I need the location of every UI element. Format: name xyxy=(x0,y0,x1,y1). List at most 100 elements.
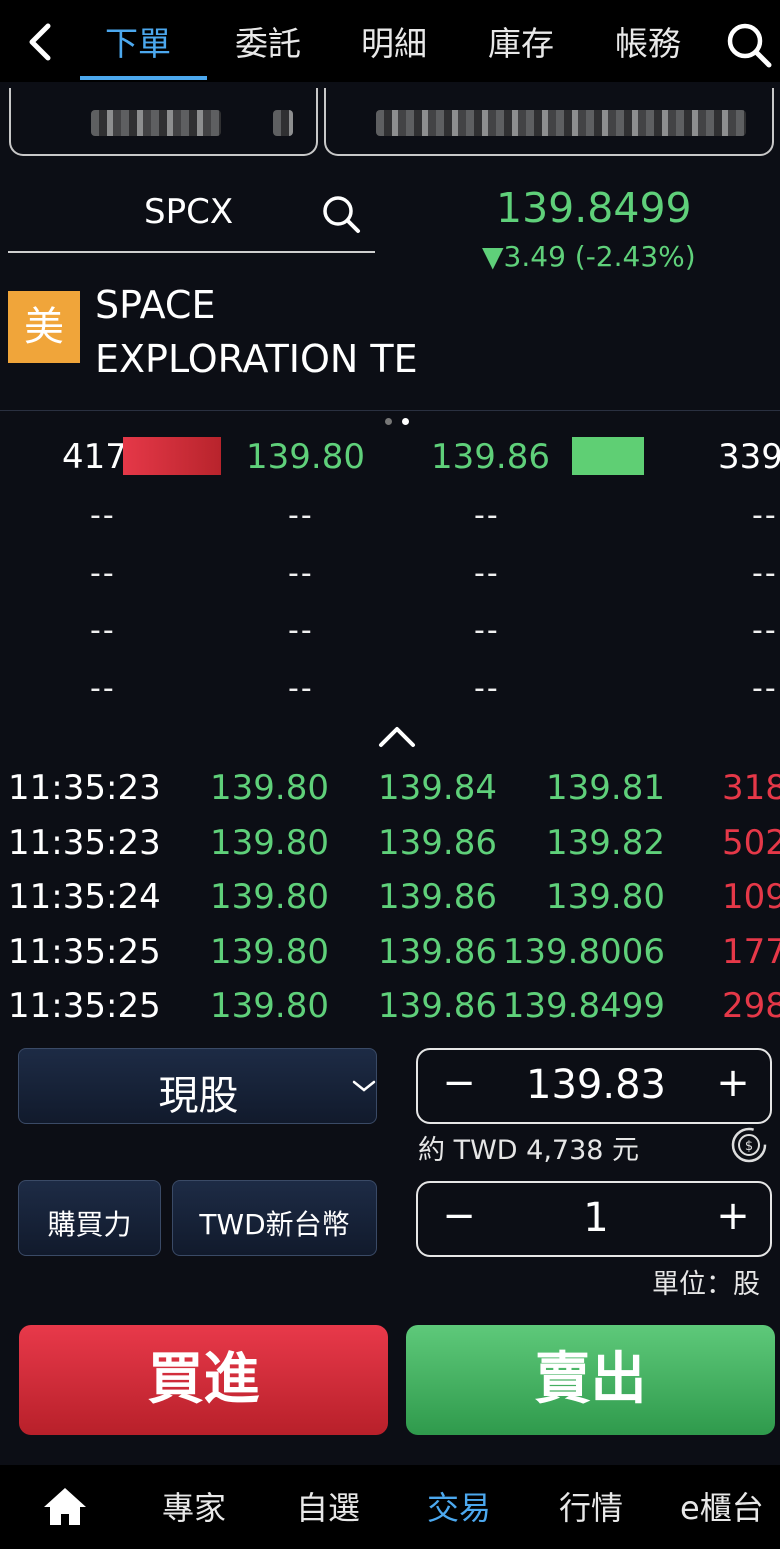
order-book-empty-cell: -- xyxy=(288,556,314,591)
trade-volume: 298 xyxy=(722,986,780,1026)
trade-price: 139.8006 xyxy=(502,932,665,972)
ask-qty: 339 xyxy=(718,437,780,477)
stock-name-line2: EXPLORATION TE xyxy=(95,337,418,381)
qty-input[interactable]: 1 xyxy=(478,1195,714,1241)
stock-name: SPACE EXPLORATION TE xyxy=(95,278,418,386)
redacted-account xyxy=(91,110,221,136)
tab-account[interactable]: 帳務 xyxy=(615,22,681,66)
ask-volume-bar xyxy=(572,437,644,475)
trade-price: 139.81 xyxy=(546,768,665,808)
trade-volume: 109 xyxy=(722,877,780,917)
redacted-account xyxy=(376,110,746,136)
trade-time: 11:35:25 xyxy=(8,932,161,972)
svg-text:$: $ xyxy=(745,1139,753,1154)
trade-bid: 139.80 xyxy=(210,932,329,972)
nav-watchlist[interactable]: 自選 xyxy=(296,1483,360,1529)
order-book-empty-cell: -- xyxy=(752,671,778,706)
order-book-empty-cell: -- xyxy=(752,556,778,591)
trade-ask: 139.84 xyxy=(378,768,497,808)
nav-ecounter[interactable]: e櫃台 xyxy=(680,1483,764,1529)
nav-market[interactable]: 行情 xyxy=(559,1483,623,1529)
top-nav: 下單 委託 明細 庫存 帳務 xyxy=(0,0,780,82)
currency-select[interactable]: TWD新台幣 xyxy=(172,1180,377,1256)
chevron-up-icon[interactable] xyxy=(378,722,416,750)
approx-amount: 約 TWD 4,738 元 xyxy=(418,1135,640,1166)
trade-ask: 139.86 xyxy=(378,877,497,917)
trade-volume: 318 xyxy=(722,768,780,808)
symbol-input[interactable]: SPCX xyxy=(144,192,233,232)
bottom-nav: 專家 自選 交易 行情 e櫃台 xyxy=(0,1465,780,1549)
bid-volume-bar xyxy=(123,437,221,475)
unit-label: 單位：股 xyxy=(652,1269,760,1300)
search-icon[interactable] xyxy=(724,20,774,70)
trade-price: 139.8499 xyxy=(502,986,665,1026)
buy-button[interactable]: 買進 xyxy=(19,1325,388,1435)
currency-label: TWD新台幣 xyxy=(199,1208,350,1241)
trade-volume: 177 xyxy=(722,932,780,972)
quantity-stepper[interactable]: − 1 + xyxy=(416,1181,772,1257)
trade-bid: 139.80 xyxy=(210,877,329,917)
trade-bid: 139.80 xyxy=(210,823,329,863)
order-type-label: 現股 xyxy=(158,1073,239,1119)
active-tab-indicator xyxy=(80,76,207,80)
tab-order[interactable]: 下單 xyxy=(105,22,171,66)
nav-trade[interactable]: 交易 xyxy=(427,1483,491,1529)
price-change: ▼3.49 (-2.43%) xyxy=(482,240,696,273)
trade-bid: 139.80 xyxy=(210,986,329,1026)
account-selector[interactable] xyxy=(9,88,318,156)
price-minus-button[interactable]: − xyxy=(434,1060,484,1106)
buying-power-label: 購買力 xyxy=(47,1208,132,1241)
qty-minus-button[interactable]: − xyxy=(434,1193,484,1239)
section-divider xyxy=(0,410,780,411)
tab-entrust[interactable]: 委託 xyxy=(235,22,301,66)
price-plus-button[interactable]: + xyxy=(708,1060,758,1106)
order-book-empty-cell: -- xyxy=(474,613,500,648)
order-book-empty-cell: -- xyxy=(288,498,314,533)
order-book-empty-cell: -- xyxy=(752,498,778,533)
order-book-empty-cell: -- xyxy=(752,613,778,648)
chevron-down-icon xyxy=(352,1080,376,1092)
currency-refresh-icon[interactable]: $ xyxy=(728,1124,770,1166)
tab-details[interactable]: 明細 xyxy=(361,22,427,66)
nav-expert[interactable]: 專家 xyxy=(162,1483,226,1529)
trade-time: 11:35:24 xyxy=(8,877,161,917)
market-badge: 美 xyxy=(8,291,80,363)
order-book-empty-cell: -- xyxy=(90,671,116,706)
stock-name-line1: SPACE xyxy=(95,283,216,327)
trade-price: 139.80 xyxy=(546,877,665,917)
trade-ask: 139.86 xyxy=(378,932,497,972)
order-book-empty-cell: -- xyxy=(474,498,500,533)
order-book-empty-cell: -- xyxy=(288,671,314,706)
trade-time: 11:35:23 xyxy=(8,768,161,808)
buying-power-button[interactable]: 購買力 xyxy=(18,1180,161,1256)
trade-price: 139.82 xyxy=(546,823,665,863)
trade-ask: 139.86 xyxy=(378,986,497,1026)
price-input[interactable]: 139.83 xyxy=(478,1062,714,1108)
ask-price[interactable]: 139.86 xyxy=(431,437,550,477)
trade-time: 11:35:25 xyxy=(8,986,161,1026)
order-book-empty-cell: -- xyxy=(90,498,116,533)
redacted-account xyxy=(273,110,293,136)
price-stepper[interactable]: − 139.83 + xyxy=(416,1048,772,1124)
symbol-underline xyxy=(8,251,375,253)
search-icon[interactable] xyxy=(320,193,362,235)
sell-button[interactable]: 賣出 xyxy=(406,1325,775,1435)
order-type-select[interactable]: 現股 xyxy=(18,1048,377,1124)
home-icon[interactable] xyxy=(42,1485,88,1527)
page-dot xyxy=(385,418,392,425)
qty-plus-button[interactable]: + xyxy=(708,1193,758,1239)
trade-ask: 139.86 xyxy=(378,823,497,863)
order-book-empty-cell: -- xyxy=(474,556,500,591)
last-price: 139.8499 xyxy=(496,184,692,232)
order-book-empty-cell: -- xyxy=(90,556,116,591)
back-arrow-icon[interactable] xyxy=(22,22,58,62)
trade-bid: 139.80 xyxy=(210,768,329,808)
bid-price[interactable]: 139.80 xyxy=(246,437,365,477)
order-book-empty-cell: -- xyxy=(474,671,500,706)
order-book-empty-cell: -- xyxy=(288,613,314,648)
sub-account-selector[interactable] xyxy=(324,88,774,156)
trade-volume: 502 xyxy=(722,823,780,863)
tab-inventory[interactable]: 庫存 xyxy=(488,22,554,66)
bid-qty: 417 xyxy=(62,437,127,477)
order-book-empty-cell: -- xyxy=(90,613,116,648)
